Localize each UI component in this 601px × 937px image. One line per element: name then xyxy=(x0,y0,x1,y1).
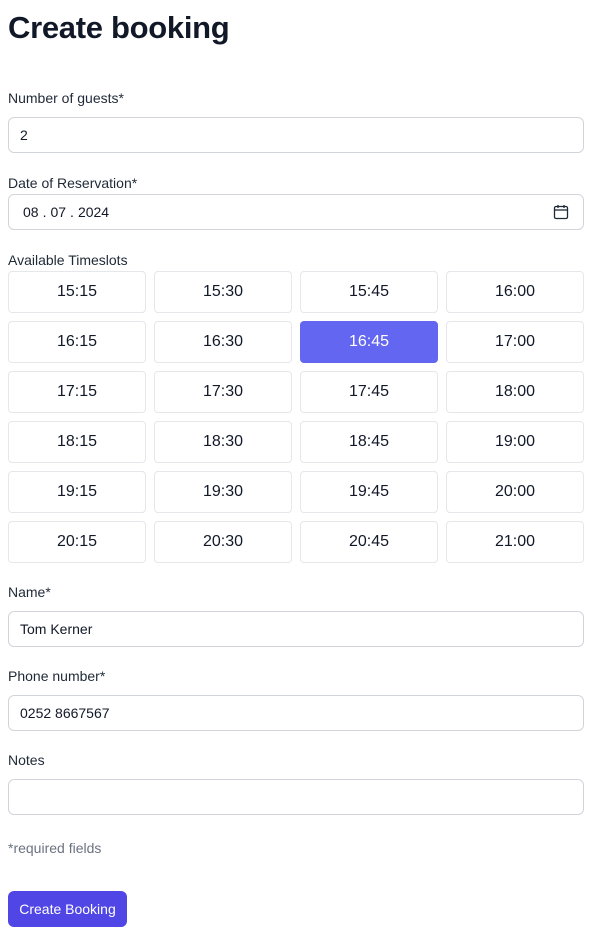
timeslot-button[interactable]: 20:30 xyxy=(154,521,292,563)
timeslot-button[interactable]: 15:15 xyxy=(8,271,146,313)
timeslot-button[interactable]: 19:30 xyxy=(154,471,292,513)
timeslot-button[interactable]: 15:30 xyxy=(154,271,292,313)
date-month[interactable]: 07 xyxy=(50,204,66,220)
date-value: 08 . 07 . 2024 xyxy=(23,204,109,220)
timeslot-button[interactable]: 18:45 xyxy=(300,421,438,463)
guests-label: Number of guests* xyxy=(8,90,124,106)
timeslot-button[interactable]: 18:30 xyxy=(154,421,292,463)
timeslot-button[interactable]: 17:45 xyxy=(300,371,438,413)
guests-input[interactable] xyxy=(8,117,584,153)
name-label: Name* xyxy=(8,584,51,600)
timeslot-button[interactable]: 20:15 xyxy=(8,521,146,563)
timeslot-button[interactable]: 17:30 xyxy=(154,371,292,413)
timeslot-button[interactable]: 16:00 xyxy=(446,271,584,313)
date-separator: . xyxy=(70,204,74,220)
timeslot-button[interactable]: 17:15 xyxy=(8,371,146,413)
timeslot-button[interactable]: 20:00 xyxy=(446,471,584,513)
timeslot-button[interactable]: 15:45 xyxy=(300,271,438,313)
timeslot-button[interactable]: 20:45 xyxy=(300,521,438,563)
phone-label: Phone number* xyxy=(8,668,106,684)
required-fields-hint: *required fields xyxy=(8,840,102,856)
timeslot-button[interactable]: 19:15 xyxy=(8,471,146,513)
calendar-icon[interactable] xyxy=(553,204,569,220)
timeslot-button[interactable]: 18:15 xyxy=(8,421,146,463)
timeslots-label: Available Timeslots xyxy=(8,252,128,268)
notes-input[interactable] xyxy=(8,779,584,815)
date-label: Date of Reservation* xyxy=(8,175,138,191)
date-day[interactable]: 08 xyxy=(23,204,39,220)
timeslot-button[interactable]: 18:00 xyxy=(446,371,584,413)
notes-label: Notes xyxy=(8,752,45,768)
timeslot-button[interactable]: 16:30 xyxy=(154,321,292,363)
date-year[interactable]: 2024 xyxy=(78,204,109,220)
date-input[interactable]: 08 . 07 . 2024 xyxy=(8,194,584,230)
timeslot-grid: 15:15 15:30 15:45 16:00 16:15 16:30 16:45 17:00… xyxy=(8,271,584,563)
phone-input[interactable] xyxy=(8,695,584,731)
timeslot-button[interactable]: 21:00 xyxy=(446,521,584,563)
timeslot-button[interactable]: 16:45 xyxy=(300,321,438,363)
timeslot-button[interactable]: 17:00 xyxy=(446,321,584,363)
timeslot-button[interactable]: 19:45 xyxy=(300,471,438,513)
timeslot-button[interactable]: 16:15 xyxy=(8,321,146,363)
name-input[interactable] xyxy=(8,611,584,647)
date-separator: . xyxy=(42,204,47,220)
create-booking-button[interactable]: Create Booking xyxy=(8,891,127,927)
page-title: Create booking xyxy=(8,10,230,45)
timeslot-button[interactable]: 19:00 xyxy=(446,421,584,463)
